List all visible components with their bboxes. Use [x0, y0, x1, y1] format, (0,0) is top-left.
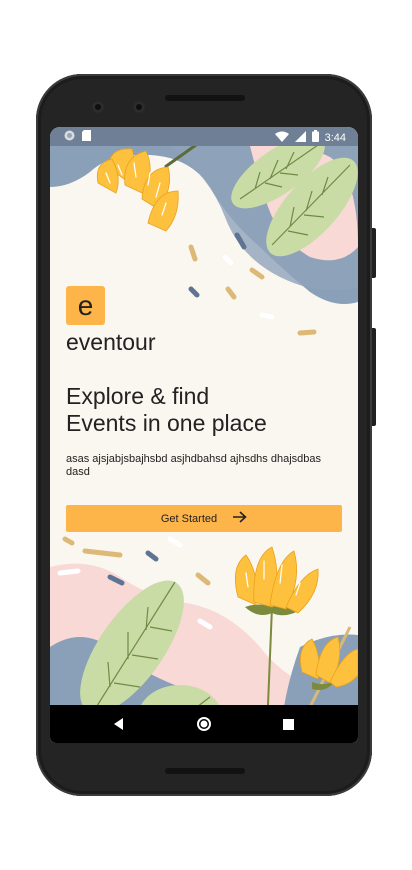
back-icon[interactable]: [109, 714, 129, 734]
battery-icon: [311, 130, 319, 145]
app-screen: 3:44 e eventour Explore & find Events in…: [50, 127, 358, 743]
headline-line-1: Explore & find: [66, 383, 210, 409]
logo-letter: e: [77, 289, 94, 321]
sd-card-icon: [82, 130, 91, 144]
power-button: [372, 228, 376, 278]
recents-icon[interactable]: [278, 714, 298, 734]
get-started-label: Get Started: [160, 512, 218, 525]
bottom-speaker: [165, 768, 245, 774]
arrow-right-icon: [233, 511, 247, 526]
sync-icon: [64, 130, 75, 144]
get-started-button[interactable]: Get Started: [66, 505, 342, 532]
wifi-icon: [274, 131, 289, 145]
front-sensor: [133, 101, 145, 113]
navigation-bar: [50, 705, 358, 743]
status-bar: 3:44: [50, 127, 358, 146]
headline: Explore & find Events in one place: [66, 383, 346, 437]
signal-icon: [294, 130, 306, 145]
home-icon[interactable]: [194, 714, 214, 734]
app-logo: e: [66, 286, 105, 325]
intro-content: e eventour Explore & find Events in one …: [66, 286, 346, 479]
top-speaker: [165, 95, 245, 101]
brand-name: eventour: [66, 329, 156, 355]
status-time: 3:44: [324, 131, 346, 144]
headline-line-2: Events in one place: [66, 410, 267, 436]
volume-button: [372, 328, 376, 426]
front-camera: [92, 101, 104, 113]
description-text: asas ajsjabjsbajhsbd asjhdbahsd ajhsdhs …: [66, 453, 322, 478]
